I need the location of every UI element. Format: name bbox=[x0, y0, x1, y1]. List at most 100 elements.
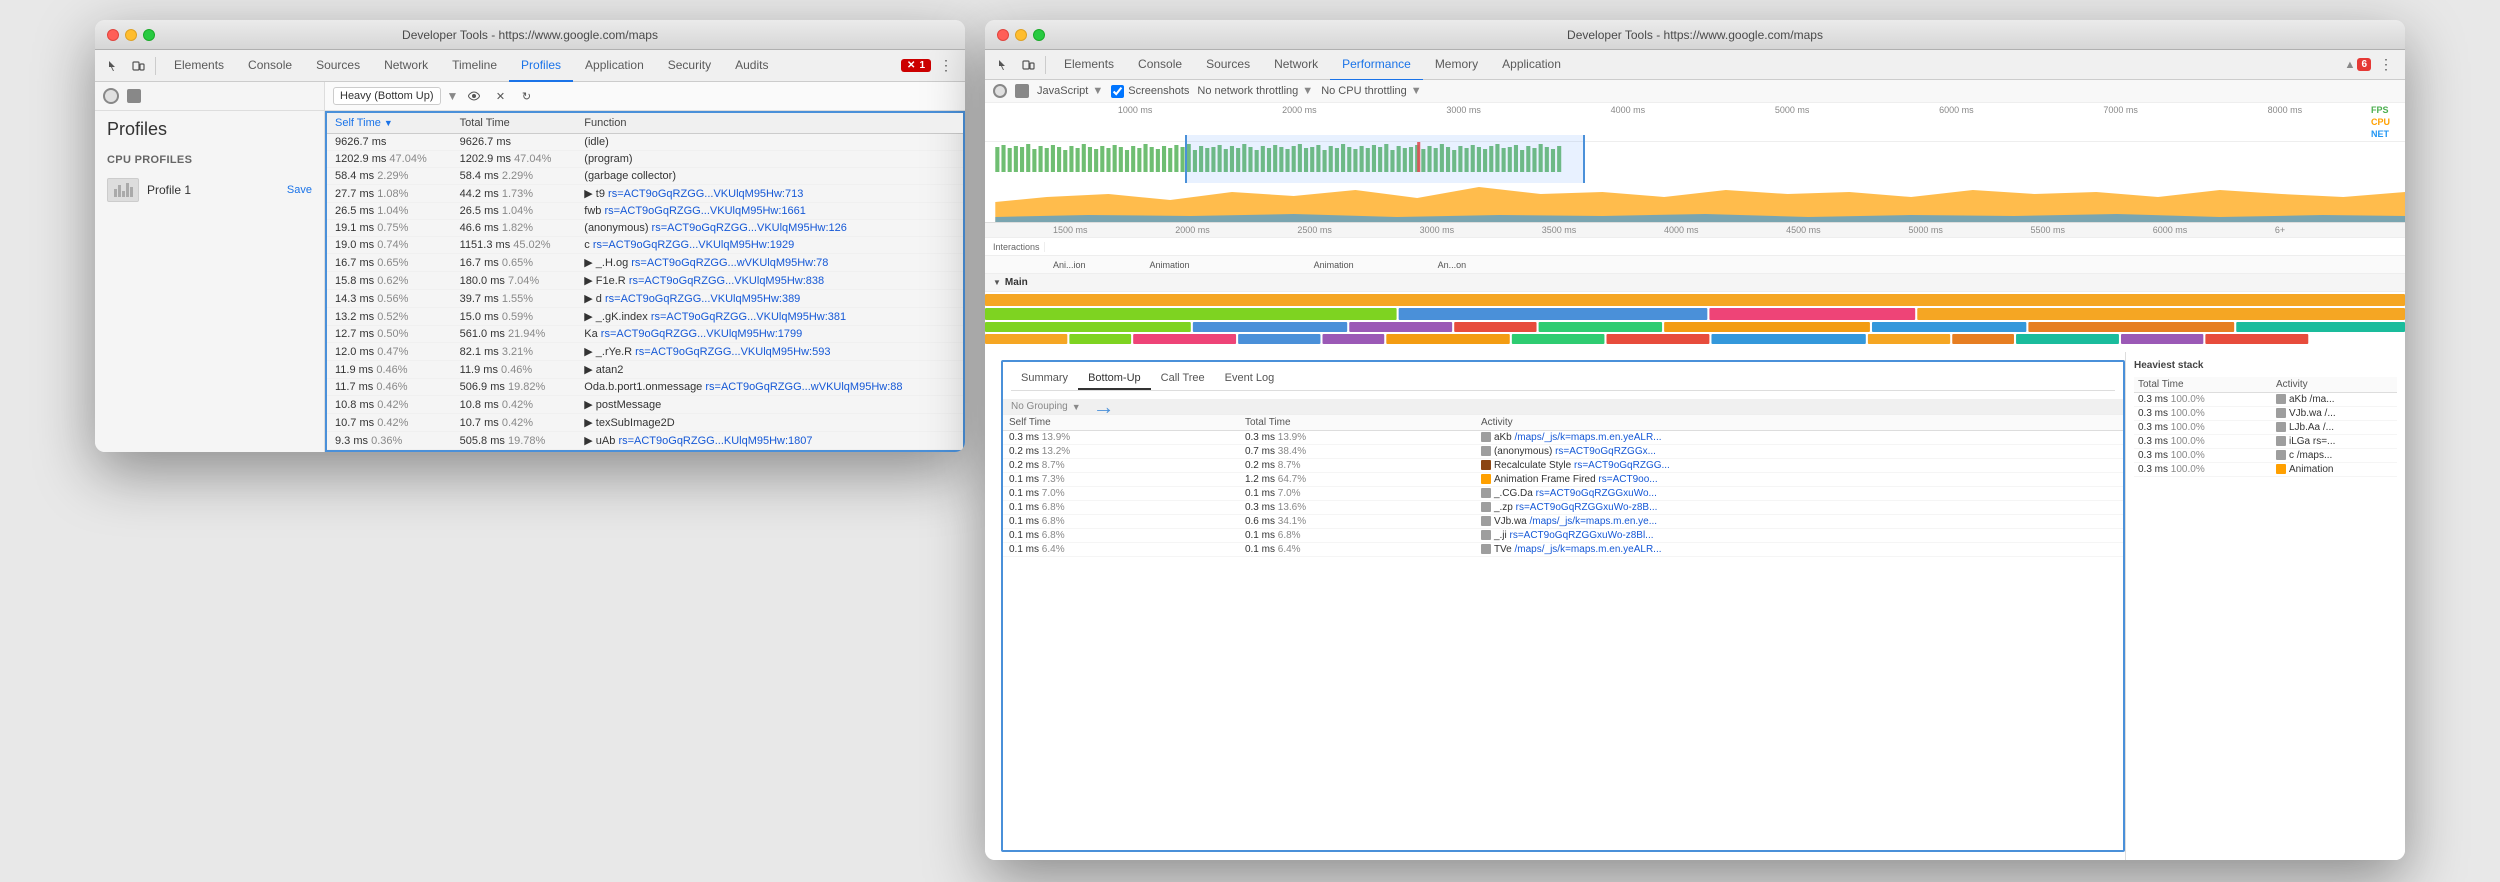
heaviest-row[interactable]: 0.3 ms 100.0%c /maps... bbox=[2134, 449, 2397, 463]
table-row[interactable]: 12.7 ms 0.50%561.0 ms 21.94%Ka rs=ACT9oG… bbox=[327, 326, 963, 343]
refresh-icon[interactable]: ↻ bbox=[516, 86, 536, 106]
table-row[interactable]: 13.2 ms 0.52%15.0 ms 0.59%▶ _.gK.index r… bbox=[327, 308, 963, 326]
activity-link[interactable]: /maps/_js/k=maps.m.en.ye... bbox=[1530, 516, 1658, 527]
activity-link[interactable]: rs=ACT9oGqRZGGxuWo... bbox=[1536, 488, 1657, 499]
right-minimize-button[interactable] bbox=[1015, 29, 1027, 41]
activity-link[interactable]: /maps/_js/k=maps.m.en.yeALR... bbox=[1515, 544, 1662, 555]
function-link[interactable]: rs=ACT9oGqRZGG...wVKUlqM95Hw:78 bbox=[631, 257, 828, 269]
function-link[interactable]: rs=ACT9oGqRZGG...VKUlqM95Hw:389 bbox=[605, 293, 800, 305]
popup-table-row[interactable]: 0.1 ms 6.8%0.6 ms 34.1%VJb.wa /maps/_js/… bbox=[1003, 515, 2123, 529]
activity-link[interactable]: rs=ACT9oGqRZGGxuWo-z8B... bbox=[1516, 502, 1658, 513]
heaviest-row[interactable]: 0.3 ms 100.0%iLGa rs=... bbox=[2134, 435, 2397, 449]
right-inspect-icon[interactable] bbox=[993, 54, 1015, 76]
profiler-mode-select[interactable]: Heavy (Bottom Up) bbox=[333, 87, 441, 105]
screenshots-checkbox[interactable] bbox=[1111, 85, 1124, 98]
right-more-icon[interactable]: ⋮ bbox=[2375, 54, 2397, 76]
inspect-icon[interactable] bbox=[103, 55, 125, 77]
table-row[interactable]: 1202.9 ms 47.04%1202.9 ms 47.04%(program… bbox=[327, 151, 963, 168]
heaviest-row[interactable]: 0.3 ms 100.0%aKb /ma... bbox=[2134, 393, 2397, 407]
tab-audits[interactable]: Audits bbox=[723, 50, 780, 82]
table-row[interactable]: 15.8 ms 0.62%180.0 ms 7.04%▶ F1e.R rs=AC… bbox=[327, 272, 963, 290]
table-row[interactable]: 10.8 ms 0.42%10.8 ms 0.42%▶ postMessage bbox=[327, 396, 963, 414]
popup-table-row[interactable]: 0.1 ms 6.8%0.1 ms 6.8%_.ji rs=ACT9oGqRZG… bbox=[1003, 529, 2123, 543]
col-total-time[interactable]: Total Time bbox=[452, 113, 577, 134]
record-toggle[interactable] bbox=[993, 84, 1007, 98]
tab-sources[interactable]: Sources bbox=[304, 50, 372, 82]
function-link[interactable]: rs=ACT9oGqRZGG...VKUlqM95Hw:126 bbox=[652, 222, 847, 234]
function-link[interactable]: rs=ACT9oGqRZGG...VKUlqM95Hw:1799 bbox=[601, 328, 802, 340]
table-row[interactable]: 58.4 ms 2.29%58.4 ms 2.29%(garbage colle… bbox=[327, 168, 963, 185]
function-link[interactable]: rs=ACT9oGqRZGG...VKUlqM95Hw:593 bbox=[635, 346, 830, 358]
table-row[interactable]: 26.5 ms 1.04%26.5 ms 1.04%fwb rs=ACT9oGq… bbox=[327, 203, 963, 220]
function-link[interactable]: rs=ACT9oGqRZGG...VKUlqM95Hw:838 bbox=[629, 275, 824, 287]
more-options-icon[interactable]: ⋮ bbox=[935, 55, 957, 77]
activity-link[interactable]: rs=ACT9oGqRZGGx... bbox=[1555, 446, 1656, 457]
popup-table-row[interactable]: 0.1 ms 7.3%1.2 ms 64.7%Animation Frame F… bbox=[1003, 473, 2123, 487]
clear-recording-icon[interactable] bbox=[1015, 84, 1029, 98]
right-tab-elements[interactable]: Elements bbox=[1052, 49, 1126, 81]
function-link[interactable]: rs=ACT9oGqRZGG...wVKUlqM95Hw:88 bbox=[705, 381, 902, 393]
tab-security[interactable]: Security bbox=[656, 50, 723, 82]
tab-timeline[interactable]: Timeline bbox=[440, 50, 509, 82]
table-row[interactable]: 16.7 ms 0.65%16.7 ms 0.65%▶ _.H.og rs=AC… bbox=[327, 254, 963, 272]
function-link[interactable]: rs=ACT9oGqRZGG...KUlqM95Hw:1807 bbox=[618, 435, 812, 447]
activity-link[interactable]: rs=ACT9oGqRZGGxuWo-z8Bl... bbox=[1510, 530, 1654, 541]
right-maximize-button[interactable] bbox=[1033, 29, 1045, 41]
table-row[interactable]: 19.1 ms 0.75%46.6 ms 1.82%(anonymous) rs… bbox=[327, 220, 963, 237]
cpu-throttle-dropdown[interactable]: ▼ bbox=[1411, 85, 1422, 97]
activity-link[interactable]: /maps/_js/k=maps.m.en.yeALR... bbox=[1515, 432, 1662, 443]
right-tab-performance[interactable]: Performance bbox=[1330, 49, 1423, 81]
popup-table-row[interactable]: 0.2 ms 8.7%0.2 ms 8.7%Recalculate Style … bbox=[1003, 459, 2123, 473]
function-link[interactable]: rs=ACT9oGqRZGG...VKUlqM95Hw:713 bbox=[608, 188, 803, 200]
right-tab-sources[interactable]: Sources bbox=[1194, 49, 1262, 81]
tab-profiles[interactable]: Profiles bbox=[509, 50, 573, 82]
close-button[interactable] bbox=[107, 29, 119, 41]
table-row[interactable]: 12.0 ms 0.47%82.1 ms 3.21%▶ _.rYe.R rs=A… bbox=[327, 343, 963, 361]
popup-table-row[interactable]: 0.1 ms 6.4%0.1 ms 6.4%TVe /maps/_js/k=ma… bbox=[1003, 543, 2123, 557]
col-function[interactable]: Function bbox=[576, 113, 963, 134]
heaviest-row[interactable]: 0.3 ms 100.0%LJb.Aa /... bbox=[2134, 421, 2397, 435]
popup-table-row[interactable]: 0.2 ms 13.2%0.7 ms 38.4%(anonymous) rs=A… bbox=[1003, 445, 2123, 459]
popup-col-activity[interactable]: Activity bbox=[1475, 415, 2123, 431]
popup-col-self[interactable]: Self Time bbox=[1003, 415, 1239, 431]
right-tab-memory[interactable]: Memory bbox=[1423, 49, 1490, 81]
popup-table-row[interactable]: 0.1 ms 6.8%0.3 ms 13.6%_.zp rs=ACT9oGqRZ… bbox=[1003, 501, 2123, 515]
stop-icon[interactable] bbox=[127, 89, 141, 103]
function-link[interactable]: rs=ACT9oGqRZGG...VKUlqM95Hw:1929 bbox=[593, 239, 794, 251]
tab-network[interactable]: Network bbox=[372, 50, 440, 82]
popup-tab-bottom-up[interactable]: Bottom-Up bbox=[1078, 368, 1151, 390]
table-row[interactable]: 27.7 ms 1.08%44.2 ms 1.73%▶ t9 rs=ACT9oG… bbox=[327, 185, 963, 203]
device-icon[interactable] bbox=[127, 55, 149, 77]
activity-link[interactable]: rs=ACT9oo... bbox=[1598, 474, 1657, 485]
network-throttle-dropdown[interactable]: ▼ bbox=[1302, 85, 1313, 97]
popup-table-row[interactable]: 0.3 ms 13.9%0.3 ms 13.9%aKb /maps/_js/k=… bbox=[1003, 431, 2123, 445]
maximize-button[interactable] bbox=[143, 29, 155, 41]
save-profile-button[interactable]: Save bbox=[287, 184, 312, 196]
popup-col-total[interactable]: Total Time bbox=[1239, 415, 1475, 431]
right-close-button[interactable] bbox=[997, 29, 1009, 41]
tab-console[interactable]: Console bbox=[236, 50, 304, 82]
function-link[interactable]: rs=ACT9oGqRZGG...VKUlqM95Hw:1661 bbox=[604, 205, 805, 217]
col-self-time[interactable]: Self Time ▼ bbox=[327, 113, 452, 134]
right-tab-console[interactable]: Console bbox=[1126, 49, 1194, 81]
activity-link[interactable]: rs=ACT9oGqRZGG... bbox=[1574, 460, 1670, 471]
sidebar-profile-item[interactable]: Profile 1 Save bbox=[95, 172, 324, 208]
eye-icon[interactable] bbox=[464, 86, 484, 106]
minimize-button[interactable] bbox=[125, 29, 137, 41]
right-tab-application[interactable]: Application bbox=[1490, 49, 1573, 81]
table-row[interactable]: 14.3 ms 0.56%39.7 ms 1.55%▶ d rs=ACT9oGq… bbox=[327, 290, 963, 308]
right-tab-network[interactable]: Network bbox=[1262, 49, 1330, 81]
main-collapse-arrow[interactable]: ▼ bbox=[993, 278, 1001, 287]
table-row[interactable]: 9626.7 ms9626.7 ms(idle) bbox=[327, 134, 963, 151]
js-dropdown[interactable]: ▼ bbox=[1092, 85, 1103, 97]
right-device-icon[interactable] bbox=[1017, 54, 1039, 76]
popup-table-row[interactable]: 0.1 ms 7.0%0.1 ms 7.0%_.CG.Da rs=ACT9oGq… bbox=[1003, 487, 2123, 501]
clear-icon[interactable]: ✕ bbox=[490, 86, 510, 106]
function-link[interactable]: rs=ACT9oGqRZGG...VKUlqM95Hw:381 bbox=[651, 311, 846, 323]
heaviest-row[interactable]: 0.3 ms 100.0%VJb.wa /... bbox=[2134, 407, 2397, 421]
error-badge[interactable]: ✕ 1 bbox=[901, 59, 931, 72]
tab-application[interactable]: Application bbox=[573, 50, 656, 82]
table-row[interactable]: 11.7 ms 0.46%506.9 ms 19.82%Oda.b.port1.… bbox=[327, 379, 963, 396]
table-row[interactable]: 9.3 ms 0.36%505.8 ms 19.78%▶ uAb rs=ACT9… bbox=[327, 432, 963, 450]
table-row[interactable]: 11.9 ms 0.46%11.9 ms 0.46%▶ atan2 bbox=[327, 361, 963, 379]
